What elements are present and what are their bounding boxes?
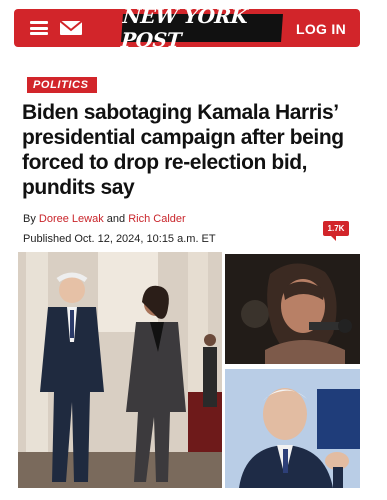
site-logo[interactable]: NEW YORK POST — [120, 4, 283, 52]
photo-biden-speaking[interactable] — [225, 369, 360, 488]
mail-icon[interactable] — [59, 20, 83, 36]
comments-count-badge[interactable]: 1.7K — [323, 221, 349, 241]
article-page: NEW YORK POST LOG IN POLITICS Biden sabo… — [0, 0, 387, 500]
author-link[interactable]: Doree Lewak — [39, 213, 104, 225]
site-header: NEW YORK POST LOG IN — [14, 4, 360, 52]
photo-biden-harris-walking[interactable] — [18, 252, 222, 488]
photo-illustration — [225, 369, 360, 488]
photo-harris-portrait[interactable] — [225, 254, 360, 364]
byline: By Doree Lewak and Rich Calder — [23, 213, 186, 225]
published-date: Published Oct. 12, 2024, 10:15 a.m. ET — [23, 233, 216, 245]
login-button[interactable]: LOG IN — [296, 21, 346, 37]
author-link[interactable]: Rich Calder — [128, 213, 185, 225]
hamburger-icon[interactable] — [30, 21, 48, 35]
article-headline: Biden sabotaging Kamala Harris’ presiden… — [22, 101, 344, 199]
photo-illustration — [18, 252, 222, 488]
byline-prefix: By — [23, 213, 36, 225]
byline-and: and — [106, 213, 126, 225]
photo-illustration — [225, 254, 360, 364]
category-tag[interactable]: POLITICS — [27, 77, 97, 93]
